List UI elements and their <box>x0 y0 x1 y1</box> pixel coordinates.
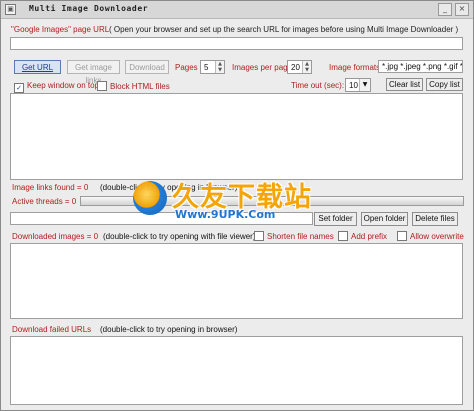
images-per-page-value: 20 <box>291 63 300 72</box>
block-html-option[interactable]: Block HTML files <box>97 81 170 91</box>
keep-window-label: Keep window on top <box>27 81 100 90</box>
pages-value: 5 <box>204 63 209 72</box>
clear-list-button[interactable]: Clear list <box>386 78 423 91</box>
watermark-logo-icon <box>133 181 167 215</box>
shorten-file-names-checkbox[interactable] <box>254 231 264 241</box>
active-threads-label: Active threads = 0 <box>12 197 77 206</box>
add-prefix-option[interactable]: Add prefix <box>338 231 387 241</box>
main-window: ▣ Multi Image Downloader _ × "Google Ima… <box>0 0 474 411</box>
failed-urls-list[interactable] <box>10 336 463 405</box>
site-watermark: 久友下载站 Www.9UPK.Com <box>129 177 349 227</box>
allow-overwrite-option[interactable]: Allow overwrite <box>397 231 464 241</box>
timeout-value: 10 <box>349 81 358 90</box>
shorten-file-names-label: Shorten file names <box>267 232 334 241</box>
image-formats-input[interactable]: *.jpg *.jpeg *.png *.gif *.bm <box>378 60 463 73</box>
stepper-arrows-icon[interactable]: ▲ ▼ <box>302 61 311 73</box>
pages-stepper[interactable]: 5 ▲ ▼ <box>200 60 225 74</box>
block-html-label: Block HTML files <box>110 82 170 91</box>
stepper-arrows-icon[interactable]: ▲ ▼ <box>215 61 224 73</box>
get-image-links-button[interactable]: Get image links <box>67 60 120 85</box>
timeout-label: Time out (sec): <box>291 81 345 90</box>
chevron-down-icon[interactable]: ▼ <box>359 79 370 91</box>
image-formats-value: *.jpg *.jpeg *.png *.gif *.bm <box>382 62 463 71</box>
add-prefix-checkbox[interactable] <box>338 231 348 241</box>
allow-overwrite-label: Allow overwrite <box>410 232 464 241</box>
downloaded-images-label: Downloaded images = 0 <box>12 232 99 241</box>
url-hint: ( Open your browser and set up the searc… <box>109 25 459 34</box>
image-links-list[interactable] <box>10 93 463 180</box>
url-label: "Google Images" page URL <box>11 25 110 34</box>
download-button[interactable]: Download <box>125 60 169 74</box>
keep-window-on-top-option[interactable]: ✓ Keep window on top <box>14 81 99 93</box>
copy-list-button[interactable]: Copy list <box>426 78 463 91</box>
failed-urls-label: Download failed URLs <box>12 325 92 334</box>
delete-files-button[interactable]: Delete files <box>412 212 458 226</box>
image-formats-label: Image formats <box>329 63 381 72</box>
get-url-button[interactable]: Get URL <box>14 60 61 74</box>
allow-overwrite-checkbox[interactable] <box>397 231 407 241</box>
timeout-select[interactable]: 10 ▼ <box>345 78 371 92</box>
downloaded-images-hint: (double-click to try opening with file v… <box>103 232 256 241</box>
pages-label: Pages <box>175 63 198 72</box>
block-html-checkbox[interactable] <box>97 81 107 91</box>
shorten-file-names-option[interactable]: Shorten file names <box>254 231 334 241</box>
window-title: Multi Image Downloader <box>29 4 149 13</box>
title-bar: ▣ Multi Image Downloader _ × <box>1 1 473 19</box>
images-per-page-label: Images per page <box>232 63 293 72</box>
window-controls: _ × <box>438 3 469 16</box>
open-folder-button[interactable]: Open folder <box>361 212 408 226</box>
add-prefix-label: Add prefix <box>351 232 388 241</box>
watermark-url: Www.9UPK.Com <box>175 208 276 221</box>
image-links-found-label: Image links found = 0 <box>12 183 89 192</box>
images-per-page-stepper[interactable]: 20 ▲ ▼ <box>287 60 312 74</box>
app-image-icon: ▣ <box>5 4 16 15</box>
minimize-button[interactable]: _ <box>438 3 452 16</box>
downloaded-images-list[interactable] <box>10 243 463 319</box>
keep-window-checkbox[interactable]: ✓ <box>14 83 24 93</box>
failed-urls-hint: (double-click to try opening in browser) <box>100 325 238 334</box>
close-button[interactable]: × <box>455 3 469 16</box>
url-input[interactable] <box>10 37 463 50</box>
